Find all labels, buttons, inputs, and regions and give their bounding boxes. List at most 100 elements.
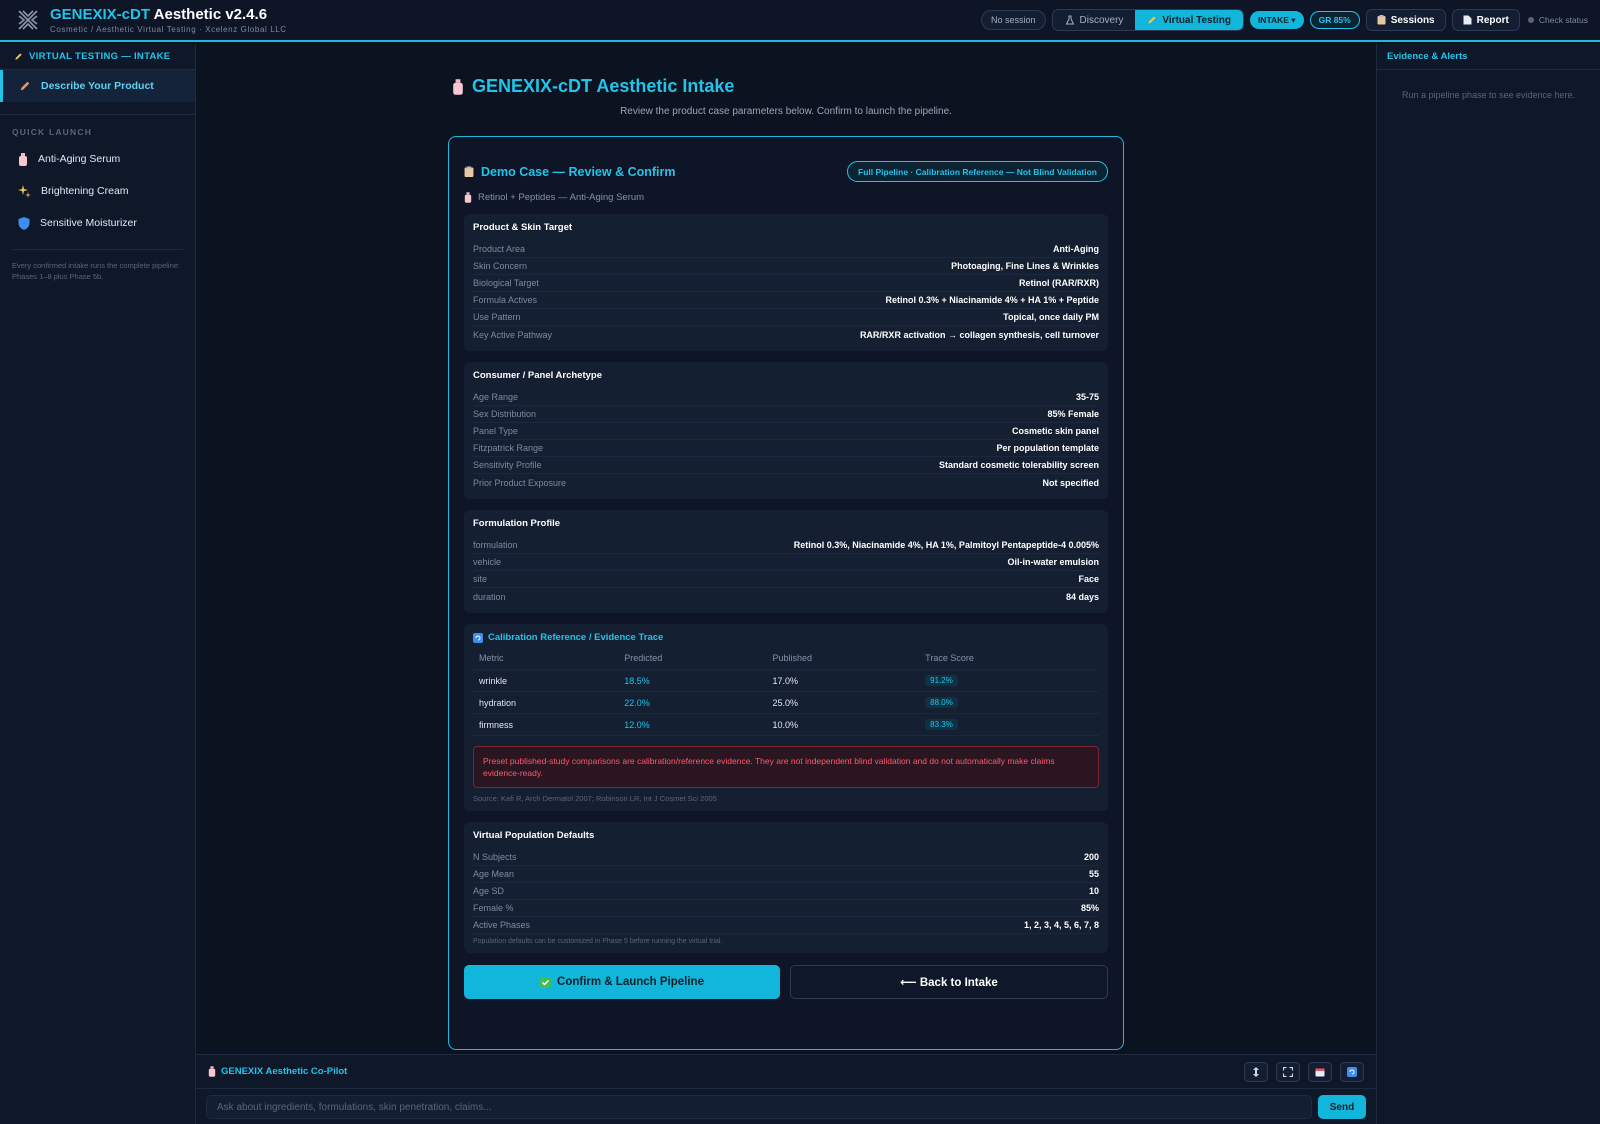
product-section: Product & Skin Target Product Area Anti-A… — [464, 214, 1108, 351]
sidebar-header: VIRTUAL TESTING — INTAKE — [0, 44, 195, 70]
copilot-input-row: Send — [196, 1089, 1376, 1119]
card-header: Demo Case — Review & Confirm Full Pipeli… — [464, 161, 1108, 182]
kv-value: 55 — [1088, 869, 1099, 879]
expand-icon[interactable] — [1276, 1061, 1300, 1082]
back-to-intake-button[interactable]: ⟵ Back to Intake — [790, 965, 1108, 999]
kv-value: Per population template — [996, 443, 1099, 453]
kv-value: 200 — [1083, 852, 1099, 862]
sidebar-item-sensitive-moisturizer[interactable]: Sensitive Moisturizer — [0, 207, 195, 239]
bottle-icon — [453, 78, 463, 95]
sidebar-header-label: VIRTUAL TESTING — INTAKE — [29, 51, 171, 62]
brand: GENEXIX-cDT Aesthetic v2.4.6 Cosmetic / … — [50, 5, 287, 34]
calendar-icon[interactable] — [1308, 1061, 1332, 1082]
sessions-button[interactable]: Sessions — [1365, 9, 1446, 31]
top-bar: GENEXIX-cDT Aesthetic v2.4.6 Cosmetic / … — [0, 0, 1600, 42]
predicted-cell: 18.5% — [618, 669, 767, 692]
kv-key: Sex Distribution — [473, 409, 537, 419]
sidebar-note: Every confirmed intake runs the complete… — [12, 249, 183, 282]
pencil-icon — [20, 81, 30, 91]
kv-key: Active Phases — [473, 920, 531, 930]
review-card: Demo Case — Review & Confirm Full Pipeli… — [448, 136, 1124, 1050]
sidebar-item-describe-product[interactable]: Describe Your Product — [0, 70, 195, 102]
trace-score-badge: 91.2% — [925, 675, 958, 686]
metric-cell: wrinkle — [473, 669, 619, 692]
predicted-cell: 12.0% — [618, 713, 767, 736]
kv-key: Panel Type — [473, 426, 518, 436]
score-cell: 88.0% — [919, 691, 1099, 714]
kv-row: formulation Retinol 0.3%, Niacinamide 4%,… — [473, 537, 1099, 554]
calibration-section: Calibration Reference / Evidence Trace M… — [464, 624, 1108, 811]
virtual-testing-label: Virtual Testing — [1162, 14, 1231, 26]
metric-cell: firmness — [473, 713, 619, 736]
metric-cell: hydration — [473, 691, 619, 714]
send-button[interactable]: Send — [1318, 1095, 1366, 1119]
kv-value: Oil-in-water emulsion — [1007, 557, 1099, 567]
virtual-testing-button[interactable]: Virtual Testing — [1135, 10, 1243, 30]
kv-value: Retinol (RAR/RXR) — [1019, 278, 1099, 288]
kv-value: 35-75 — [1075, 392, 1099, 402]
copilot-tools — [1244, 1061, 1364, 1082]
kv-key: formulation — [473, 540, 518, 550]
status-indicator[interactable]: Check status — [1527, 15, 1588, 25]
kv-key: Age Range — [473, 392, 519, 402]
kv-value: RAR/RXR activation → collagen synthesis,… — [859, 329, 1099, 340]
evidence-panel-title: Evidence & Alerts — [1377, 44, 1600, 70]
kv-row: Panel Type Cosmetic skin panel — [473, 423, 1099, 440]
kv-key: Product Area — [473, 244, 526, 254]
page-title-text: GENEXIX-cDT Aesthetic Intake — [472, 76, 735, 96]
kv-key: Biological Target — [473, 278, 539, 288]
bottle-icon — [464, 192, 472, 203]
gr-badge[interactable]: GR 85% — [1309, 11, 1360, 29]
kv-key: Use Pattern — [473, 312, 521, 322]
kv-value: Photoaging, Fine Lines & Wrinkles — [951, 261, 1099, 271]
kv-row: Age Mean 55 — [473, 866, 1099, 883]
score-cell: 83.3% — [919, 713, 1099, 736]
sidebar-item-brightening-cream[interactable]: Brightening Cream — [0, 175, 195, 207]
case-subtitle-text: Retinol + Peptides — Anti-Aging Serum — [478, 192, 645, 203]
kv-row: N Subjects 200 — [473, 849, 1099, 866]
back-to-intake-label: ⟵ Back to Intake — [900, 977, 998, 989]
session-pill[interactable]: No session — [980, 10, 1046, 30]
calibration-source: Source: Kafi R, Arch Dermatol 2007; Robi… — [473, 794, 717, 803]
column-header: Trace Score — [919, 653, 1099, 670]
population-note: Population defaults can be customized in… — [473, 938, 723, 945]
resize-vertical-icon[interactable] — [1244, 1061, 1268, 1082]
confirm-launch-button[interactable]: Confirm & Launch Pipeline — [464, 965, 780, 999]
kv-row: site Face — [473, 571, 1099, 588]
sidebar-item-anti-aging-serum[interactable]: Anti-Aging Serum — [0, 143, 195, 175]
calibration-table: Metric Predicted Published Trace Score w… — [473, 653, 1099, 736]
report-button[interactable]: Report — [1451, 9, 1520, 31]
discovery-label: Discovery — [1079, 14, 1124, 26]
app-title-rest: Aesthetic v2.4.6 — [150, 5, 268, 23]
quick-launch-heading: QUICK LAUNCH — [0, 114, 195, 137]
kv-row: Fitzpatrick Range Per population template — [473, 440, 1099, 457]
calibration-warning: Preset published-study comparisons are c… — [473, 746, 1099, 788]
pencil-icon — [1148, 16, 1156, 24]
kv-row: Use Pattern Topical, once daily PM — [473, 309, 1099, 326]
kv-key: Fitzpatrick Range — [473, 443, 544, 453]
trace-score-badge: 83.3% — [925, 719, 958, 730]
kv-key: Sensitivity Profile — [473, 460, 542, 470]
table-row: wrinkle 18.5% 17.0% 91.2% — [473, 669, 1099, 692]
page-subtitle: Review the product case parameters below… — [620, 106, 952, 117]
kv-row: Active Phases 1, 2, 3, 4, 5, 6, 7, 8 — [473, 917, 1099, 934]
flask-icon — [1065, 15, 1074, 25]
intake-dropdown[interactable]: INTAKE ▾ — [1249, 11, 1304, 29]
kv-value: 10 — [1088, 886, 1099, 896]
sidebar-item-label: Sensitive Moisturizer — [40, 217, 137, 229]
clipboard-icon — [1377, 15, 1386, 25]
section-title: Formulation Profile — [473, 518, 561, 529]
status-label: Check status — [1538, 15, 1588, 25]
kv-value: Retinol 0.3%, Niacinamide 4%, HA 1%, Pal… — [793, 540, 1099, 550]
kv-row: Female % 85% — [473, 900, 1099, 917]
confirm-launch-label: Confirm & Launch Pipeline — [557, 976, 704, 988]
copilot-input[interactable] — [206, 1095, 1312, 1119]
clipboard-icon — [464, 165, 474, 177]
kv-row: Prior Product Exposure Not specified — [473, 474, 1099, 491]
refresh-icon[interactable] — [1340, 1061, 1364, 1082]
kv-value: Retinol 0.3% + Niacinamide 4% + HA 1% + … — [885, 295, 1100, 305]
published-cell: 10.0% — [766, 713, 920, 736]
discovery-button[interactable]: Discovery — [1052, 10, 1136, 30]
section-title: Consumer / Panel Archetype — [473, 370, 602, 381]
kv-value: 1, 2, 3, 4, 5, 6, 7, 8 — [1023, 920, 1099, 930]
